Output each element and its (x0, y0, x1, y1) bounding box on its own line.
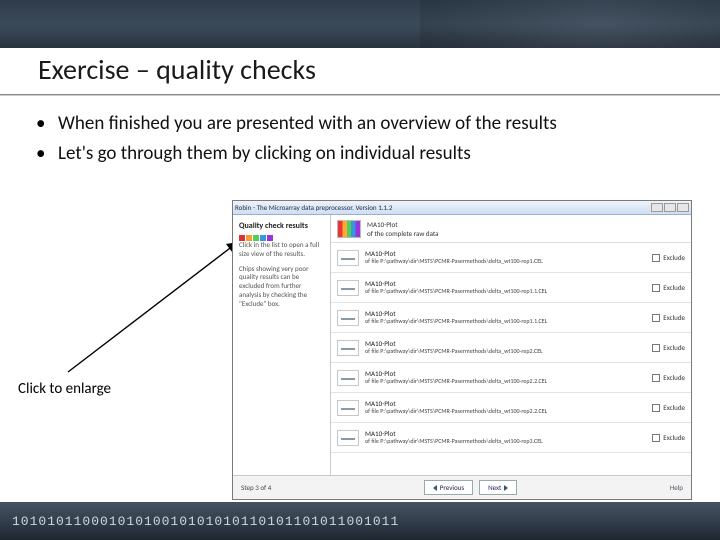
exclude-label: Exclude (663, 283, 685, 292)
result-meta: MA10-Plot of file P:\pathway\dir\MSTS\PC… (365, 430, 646, 446)
window-title: Robin - The Microarray data preprocessor… (235, 203, 392, 212)
app-body: Quality check results Click in the list … (233, 215, 691, 475)
bullet-list: When finished you are presented with an … (36, 112, 676, 172)
result-path: of file P:\pathway\dir\MSTS\PCMR-Paserme… (365, 258, 646, 265)
exclude-control[interactable]: Exclude (652, 403, 685, 412)
click-to-enlarge-label: Click to enlarge (18, 380, 111, 398)
result-row[interactable]: MA10-Plot of file P:\pathway\dir\MSTS\PC… (331, 393, 691, 423)
result-meta: MA10-Plot of file P:\pathway\dir\MSTS\PC… (365, 400, 646, 416)
minimize-icon[interactable] (651, 203, 663, 212)
result-path: of file P:\pathway\dir\MSTS\PCMR-Paserme… (365, 378, 646, 385)
window-titlebar: Robin - The Microarray data preprocessor… (233, 201, 691, 215)
exclude-label: Exclude (663, 403, 685, 412)
previous-label: Previous (440, 483, 464, 492)
plot-thumbnail-icon (337, 250, 359, 266)
result-path: of file P:\pathway\dir\MSTS\PCMR-Paserme… (365, 288, 646, 295)
plot-thumbnail-icon (337, 340, 359, 356)
result-meta: MA10-Plot of file P:\pathway\dir\MSTS\PC… (365, 310, 646, 326)
wizard-bar: Step 3 of 4 Previous Next Help (233, 475, 691, 499)
exclude-label: Exclude (663, 253, 685, 262)
result-path: of file P:\pathway\dir\MSTS\PCMR-Paserme… (365, 408, 646, 415)
result-row[interactable]: MA10-Plot of file P:\pathway\dir\MSTS\PC… (331, 243, 691, 273)
app-window[interactable]: Robin - The Microarray data preprocessor… (232, 200, 692, 500)
exclude-label: Exclude (663, 343, 685, 352)
header-band (0, 0, 720, 48)
maximize-icon[interactable] (664, 203, 676, 212)
exclude-checkbox[interactable] (652, 434, 660, 442)
wizard-nav: Previous Next (424, 480, 518, 495)
bullet-item: When finished you are presented with an … (36, 112, 676, 136)
chevron-right-icon (504, 485, 508, 491)
exclude-control[interactable]: Exclude (652, 343, 685, 352)
result-path: of file P:\pathway\dir\MSTS\PCMR-Paserme… (365, 438, 646, 445)
exclude-label: Exclude (663, 313, 685, 322)
exclude-checkbox[interactable] (652, 344, 660, 352)
sidebar-text-2: Chips showing very poor quality results … (239, 265, 324, 309)
sidebar-text-1: Click in the list to open a full size vi… (239, 241, 324, 259)
result-meta: MA10-Plot of file P:\pathway\dir\MSTS\PC… (365, 370, 646, 386)
plot-thumbnail-icon (337, 430, 359, 446)
exclude-control[interactable]: Exclude (652, 373, 685, 382)
plot-thumbnail-icon (337, 370, 359, 386)
exclude-checkbox[interactable] (652, 284, 660, 292)
exclude-control[interactable]: Exclude (652, 283, 685, 292)
window-controls (651, 203, 689, 212)
result-row[interactable]: MA10-Plot of file P:\pathway\dir\MSTS\PC… (331, 363, 691, 393)
result-path: of file P:\pathway\dir\MSTS\PCMR-Paserme… (365, 348, 646, 355)
sidebar: Quality check results Click in the list … (233, 215, 331, 475)
exclude-checkbox[interactable] (652, 254, 660, 262)
summary-row[interactable]: MA10-Plot of the complete raw data (331, 215, 691, 243)
bullet-item: Let's go through them by clicking on ind… (36, 142, 676, 166)
slide: Exercise – quality checks When finished … (0, 0, 720, 540)
plot-thumbnail-icon (337, 280, 359, 296)
results-list: MA10-Plot of the complete raw data MA10-… (331, 215, 691, 475)
exclude-checkbox[interactable] (652, 374, 660, 382)
header-texture (420, 0, 720, 48)
exclude-label: Exclude (663, 373, 685, 382)
wizard-step-label: Step 3 of 4 (241, 483, 271, 492)
exclude-control[interactable]: Exclude (652, 253, 685, 262)
exclude-control[interactable]: Exclude (652, 433, 685, 442)
summary-label: MA10-Plot of the complete raw data (367, 220, 439, 238)
result-meta: MA10-Plot of file P:\pathway\dir\MSTS\PC… (365, 280, 646, 296)
result-meta: MA10-Plot of file P:\pathway\dir\MSTS\PC… (365, 250, 646, 266)
result-row[interactable]: MA10-Plot of file P:\pathway\dir\MSTS\PC… (331, 423, 691, 453)
plot-thumbnail-icon (337, 310, 359, 326)
exclude-checkbox[interactable] (652, 404, 660, 412)
arrow-annotation (60, 230, 250, 380)
summary-thumbnail-icon (337, 220, 361, 238)
summary-path: of the complete raw data (367, 229, 439, 238)
exclude-label: Exclude (663, 433, 685, 442)
next-label: Next (488, 483, 501, 492)
summary-name: MA10-Plot (367, 220, 439, 229)
plot-thumbnail-icon (337, 400, 359, 416)
exclude-checkbox[interactable] (652, 314, 660, 322)
title-underline (0, 94, 720, 95)
chevron-left-icon (433, 485, 437, 491)
result-row[interactable]: MA10-Plot of file P:\pathway\dir\MSTS\PC… (331, 273, 691, 303)
footer-band: 1010101100010101001010101011010110101100… (0, 502, 720, 540)
result-row[interactable]: MA10-Plot of file P:\pathway\dir\MSTS\PC… (331, 303, 691, 333)
next-button[interactable]: Next (479, 480, 517, 495)
help-link[interactable]: Help (670, 483, 683, 492)
exclude-control[interactable]: Exclude (652, 313, 685, 322)
result-meta: MA10-Plot of file P:\pathway\dir\MSTS\PC… (365, 340, 646, 356)
sidebar-heading: Quality check results (239, 221, 324, 231)
previous-button[interactable]: Previous (424, 480, 473, 495)
slide-title: Exercise – quality checks (38, 52, 316, 87)
result-path: of file P:\pathway\dir\MSTS\PCMR-Paserme… (365, 318, 646, 325)
close-icon[interactable] (677, 203, 689, 212)
result-row[interactable]: MA10-Plot of file P:\pathway\dir\MSTS\PC… (331, 333, 691, 363)
footer-binary-text: 1010101100010101001010101011010110101100… (12, 514, 399, 529)
